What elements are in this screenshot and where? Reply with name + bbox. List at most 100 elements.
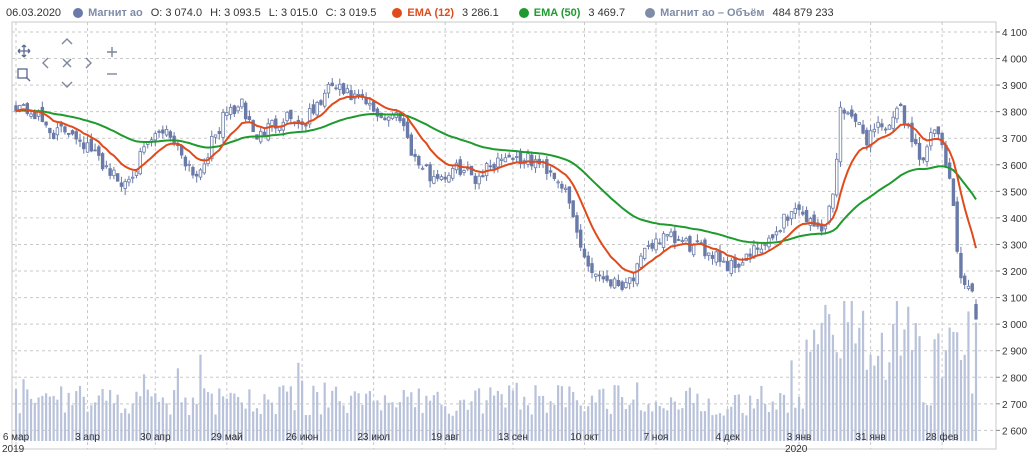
volume-bar	[752, 408, 755, 441]
candle-body	[131, 176, 135, 179]
volume-bar	[741, 412, 744, 441]
candle-body	[33, 111, 37, 120]
volume-bar	[188, 415, 191, 441]
candle-body	[123, 181, 127, 189]
y-tick-label: 3 100	[1002, 294, 1027, 305]
candle-body	[439, 176, 444, 180]
candle-body	[925, 146, 929, 162]
candle-body	[530, 154, 534, 167]
candle-body	[586, 255, 590, 267]
candle-body	[673, 230, 677, 244]
volume-bar	[48, 396, 51, 441]
candle-body	[48, 127, 52, 134]
volume-bar	[477, 388, 481, 441]
candle-body	[850, 109, 854, 117]
candle-body	[661, 233, 666, 248]
volume-bar	[259, 414, 262, 441]
volume-bar	[688, 387, 691, 441]
candle-body	[605, 275, 609, 281]
candle-body	[579, 229, 583, 248]
arrow-right-icon[interactable]	[84, 56, 94, 70]
candle-body	[722, 260, 726, 263]
candle-body	[789, 211, 794, 220]
candlestick-chart[interactable]: 4 100 4 000 3 900 3 800 3 700 3 600 3 500 3 400…	[0, 0, 1036, 456]
candle-body	[680, 240, 685, 242]
candle-body	[198, 169, 203, 178]
candle-body	[838, 106, 843, 163]
volume-bar	[865, 369, 868, 441]
volume-bar	[346, 412, 349, 441]
candle-body	[563, 187, 568, 190]
y-tick-label: 3 600	[1002, 161, 1027, 172]
volume-bar	[782, 394, 786, 441]
candle-body	[319, 100, 323, 105]
y-tick-label: 2 800	[1002, 373, 1027, 384]
candle-body	[793, 207, 797, 214]
candle-body	[842, 109, 846, 114]
candle-body	[82, 142, 86, 150]
volume-bar	[199, 354, 202, 441]
candle-body	[74, 131, 78, 140]
arrow-down-icon[interactable]	[60, 80, 74, 90]
volume-bar	[470, 401, 473, 441]
volume-bar	[952, 331, 955, 441]
volume-bar	[707, 398, 710, 441]
volume-bar	[466, 409, 469, 441]
volume-bar	[907, 306, 910, 441]
volume-bar	[632, 399, 635, 441]
candle-body	[29, 113, 33, 117]
candle-body	[729, 260, 733, 274]
volume-bar	[530, 414, 533, 441]
arrow-up-icon[interactable]	[60, 36, 74, 46]
candle-body	[488, 165, 493, 168]
volume-bar	[278, 386, 281, 441]
volume-bar	[263, 394, 266, 441]
arrow-left-icon[interactable]	[40, 56, 50, 70]
zoom-rect-icon[interactable]	[17, 68, 31, 82]
candle-body	[932, 129, 937, 134]
candle-body	[707, 252, 711, 256]
candle-body	[763, 244, 767, 246]
volume-bar	[485, 400, 488, 441]
candle-body	[44, 121, 48, 126]
candle-body	[676, 239, 681, 241]
volume-bar	[771, 401, 774, 441]
volume-bar	[828, 314, 831, 441]
volume-bar	[101, 388, 104, 441]
y-tick-label: 4 100	[1002, 28, 1027, 39]
candle-body	[334, 87, 338, 90]
candle-body	[594, 273, 598, 277]
volume-bar	[681, 408, 684, 441]
candle-body	[782, 213, 786, 229]
candle-body	[725, 260, 730, 272]
volume-bar	[779, 393, 782, 441]
volume-bar	[873, 365, 876, 441]
volume-bar	[184, 397, 187, 441]
candle-body	[345, 88, 349, 94]
reset-icon[interactable]	[61, 57, 73, 69]
candle-body	[371, 101, 376, 112]
volume-bar	[564, 407, 567, 441]
move-icon[interactable]	[17, 44, 31, 58]
candle-body	[323, 92, 327, 107]
candle-body	[484, 163, 489, 177]
zoom-out-icon[interactable]	[106, 68, 118, 80]
zoom-in-icon[interactable]	[106, 46, 118, 58]
candle-body	[872, 128, 877, 133]
volume-bar	[598, 389, 601, 441]
volume-bar	[127, 413, 131, 441]
candle-body	[714, 251, 718, 263]
volume-bar	[248, 389, 251, 441]
volume-bar	[120, 413, 123, 441]
candle-body	[865, 129, 869, 146]
volume-bar	[206, 392, 210, 441]
volume-bar	[602, 388, 605, 441]
volume-bar	[327, 407, 330, 441]
volume-bar	[624, 408, 627, 441]
candle-body	[778, 230, 782, 232]
candle-body	[89, 138, 93, 152]
volume-bar	[402, 389, 405, 441]
candle-body	[771, 234, 775, 239]
candle-body	[221, 112, 225, 138]
x-tick-label: 29 май	[211, 432, 243, 443]
